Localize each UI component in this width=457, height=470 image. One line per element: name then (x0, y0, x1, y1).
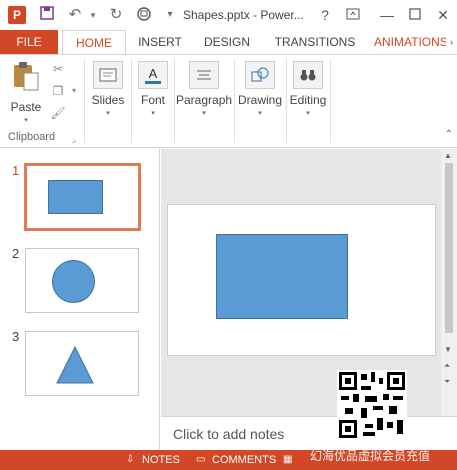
slide-thumbnail-1[interactable] (24, 163, 141, 231)
redo-icon[interactable]: ↻ (107, 6, 125, 24)
binoculars-icon (293, 61, 323, 89)
paste-button[interactable]: Paste ▾ (6, 61, 46, 124)
vertical-scrollbar[interactable]: ▲ ▼ ⏶ ⏷ (441, 149, 457, 416)
drawing-label: Drawing (237, 93, 282, 107)
start-from-beginning-icon[interactable] (135, 6, 153, 24)
window-title: Shapes.pptx - Power... (183, 8, 304, 22)
rectangle-shape (48, 180, 103, 214)
clipboard-group-label: Clipboard (8, 131, 56, 143)
tab-animations[interactable]: ANIMATIONS (374, 30, 446, 54)
tab-home[interactable]: HOME (62, 30, 126, 55)
font-button[interactable]: A Font ▾ (136, 61, 170, 117)
slide-thumbnails-pane: 1 2 3 (0, 149, 160, 450)
triangle-shape (56, 345, 94, 384)
current-slide[interactable] (167, 204, 436, 356)
comments-toggle-button[interactable]: COMMENTS (212, 454, 276, 466)
group-divider (330, 59, 331, 143)
group-divider (131, 59, 132, 143)
group-divider (234, 59, 235, 143)
copy-dropdown-icon[interactable]: ▾ (66, 84, 82, 98)
ribbon-display-options-icon[interactable] (342, 4, 364, 26)
cut-icon[interactable]: ✂ (50, 62, 66, 76)
scroll-up-icon[interactable]: ▲ (444, 151, 452, 160)
watermark-text: 幻海优品虚拟会员充值 (310, 449, 431, 463)
drawing-dropdown-icon[interactable]: ▾ (236, 109, 284, 117)
tab-file[interactable]: FILE (0, 30, 58, 54)
circle-shape (52, 260, 95, 303)
close-button[interactable]: ✕ (432, 4, 454, 26)
tab-design[interactable]: DESIGN (200, 30, 254, 54)
font-label: Font (140, 93, 165, 107)
rectangle-shape[interactable] (216, 234, 348, 319)
customize-qat-icon[interactable]: ▾ (161, 6, 179, 24)
notes-placeholder[interactable]: Click to add notes (173, 426, 284, 442)
notes-toggle-button[interactable]: NOTES (142, 454, 180, 466)
ribbon: Paste ▾ ✂ ❐ ▾ 🖌 Clipboard ⌟ Slides ▾ A F… (0, 54, 457, 148)
slide-thumbnail-3[interactable] (25, 331, 139, 396)
notes-pane[interactable]: Click to add notes (161, 416, 457, 450)
paragraph-label: Paragraph (176, 93, 233, 107)
minimize-button[interactable]: — (376, 4, 398, 26)
tab-transitions[interactable]: TRANSITIONS (270, 30, 360, 54)
group-divider (84, 59, 85, 143)
font-dropdown-icon[interactable]: ▾ (136, 109, 170, 117)
title-bar: P ↶ ▾ ↻ ▾ Shapes.pptx - Power... ? — ✕ (0, 0, 457, 30)
group-divider (286, 59, 287, 143)
slide-number: 1 (12, 163, 20, 178)
font-icon: A (138, 61, 168, 89)
editing-dropdown-icon[interactable]: ▾ (288, 109, 328, 117)
undo-icon[interactable]: ↶ (66, 6, 84, 24)
comments-icon: ▭ (196, 454, 206, 465)
slides-label: Slides (91, 93, 125, 107)
copy-icon[interactable]: ❐ (50, 84, 66, 98)
editing-label: Editing (289, 93, 327, 107)
drawing-icon (245, 61, 275, 89)
normal-view-icon[interactable]: ▦ (283, 454, 292, 465)
slide-thumbnail-2[interactable] (25, 248, 139, 313)
collapse-ribbon-icon[interactable]: ⌃ (445, 129, 453, 140)
powerpoint-logo-icon: P (8, 6, 26, 24)
drawing-button[interactable]: Drawing ▾ (236, 61, 284, 117)
editing-button[interactable]: Editing ▾ (288, 61, 328, 117)
slides-button[interactable]: Slides ▾ (90, 61, 126, 117)
scrollbar-thumb[interactable] (445, 163, 453, 333)
paste-label: Paste (10, 100, 42, 114)
notes-icon: ⇩ (126, 454, 135, 465)
paragraph-button[interactable]: Paragraph ▾ (176, 61, 232, 117)
slide-number: 2 (12, 246, 20, 261)
tab-scroll-right-icon[interactable]: › (446, 30, 457, 54)
paste-dropdown-icon[interactable]: ▾ (6, 116, 46, 124)
clipboard-launcher-icon[interactable]: ⌟ (66, 132, 82, 146)
qr-code-watermark (337, 370, 407, 440)
save-icon[interactable] (38, 6, 56, 24)
ribbon-tabs: FILE HOME INSERT DESIGN TRANSITIONS ANIM… (0, 30, 457, 55)
previous-slide-icon[interactable]: ⏶ (444, 361, 450, 371)
slides-icon (93, 61, 123, 89)
help-button[interactable]: ? (314, 4, 336, 26)
paragraph-icon (189, 61, 219, 89)
paste-icon (6, 61, 46, 96)
tab-insert[interactable]: INSERT (136, 30, 184, 54)
slide-number: 3 (12, 329, 20, 344)
format-painter-icon[interactable]: 🖌 (50, 106, 66, 120)
scroll-down-icon[interactable]: ▼ (444, 345, 452, 354)
restore-button[interactable] (404, 4, 426, 26)
paragraph-dropdown-icon[interactable]: ▾ (176, 109, 232, 117)
next-slide-icon[interactable]: ⏷ (444, 377, 450, 387)
slides-dropdown-icon[interactable]: ▾ (90, 109, 126, 117)
group-divider (174, 59, 175, 143)
undo-dropdown-icon[interactable]: ▾ (84, 6, 102, 24)
